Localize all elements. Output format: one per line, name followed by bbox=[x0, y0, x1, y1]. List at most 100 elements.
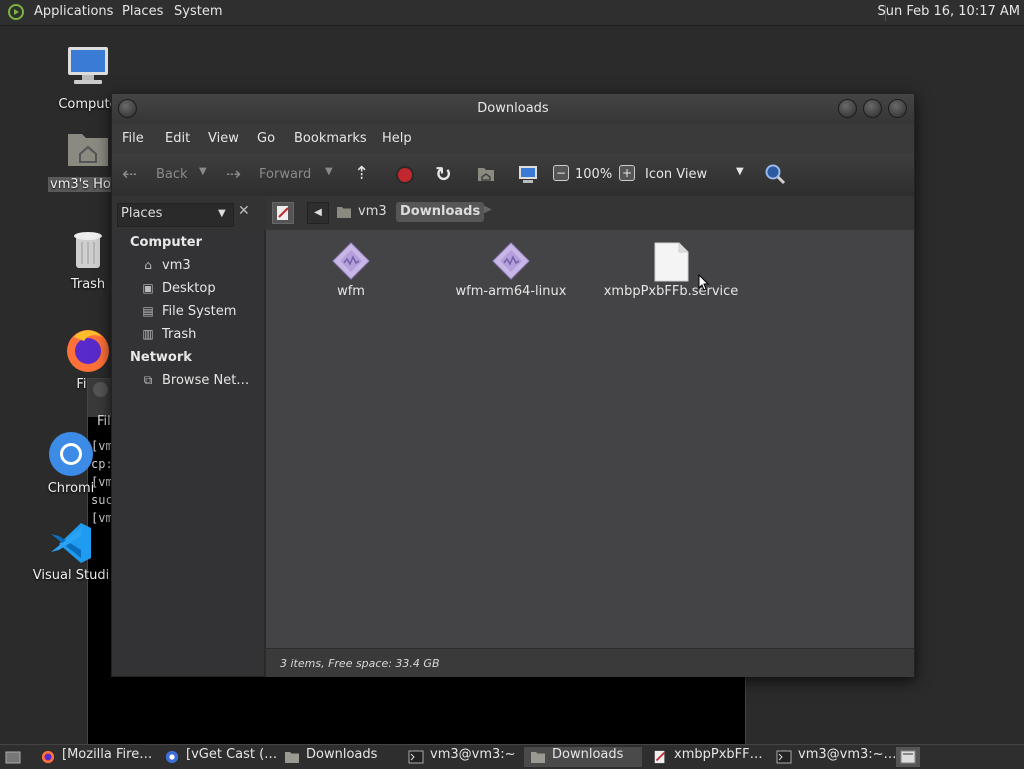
sidebar-item-desktop[interactable]: ▣ Desktop bbox=[140, 281, 215, 296]
desktop-icon-label: vm3's Hor bbox=[48, 177, 119, 192]
desktop-icon: ▣ bbox=[142, 281, 154, 295]
applications-menu[interactable]: Applications bbox=[34, 4, 113, 19]
forward-button[interactable]: Forward bbox=[259, 167, 311, 182]
sidebar-item-trash[interactable]: ▥ Trash bbox=[140, 327, 196, 342]
forward-arrow-icon: ⇢ bbox=[226, 164, 242, 185]
path-left-arrow-icon[interactable]: ◀ bbox=[307, 202, 329, 224]
back-button[interactable]: Back bbox=[156, 167, 188, 182]
minimize-button[interactable] bbox=[838, 99, 857, 118]
firefox-icon bbox=[67, 330, 109, 372]
show-desktop-button[interactable] bbox=[2, 747, 24, 767]
desktop-icon-vscode[interactable]: Visual Studi bbox=[26, 520, 116, 590]
sidebar-item-file-system[interactable]: ▤ File System bbox=[140, 304, 236, 319]
desktop-icon-label: Chromi bbox=[47, 481, 95, 496]
taskbar-item-downloads-2[interactable]: Downloads bbox=[524, 747, 642, 767]
up-arrow-icon[interactable]: ⇡ bbox=[354, 163, 369, 184]
taskbar: [Mozilla Fire… [vGet Cast (… Downloads v… bbox=[0, 744, 1024, 769]
taskbar-item-vget[interactable]: [vGet Cast (… bbox=[158, 747, 277, 767]
view-mode-chevron-icon[interactable]: ▼ bbox=[736, 166, 744, 177]
taskbar-item-label: vm3@vm3:~… bbox=[798, 747, 897, 762]
sidebar: Computer ⌂ vm3 ▣ Desktop ▤ File System ▥ Tra… bbox=[112, 230, 266, 676]
zoom-level: 100% bbox=[575, 167, 613, 182]
stop-icon[interactable] bbox=[395, 165, 415, 189]
places-combo[interactable]: Places ▼ bbox=[117, 203, 234, 227]
taskbar-item-label: Downloads bbox=[552, 747, 624, 762]
reload-icon[interactable]: ↻ bbox=[435, 162, 452, 186]
taskbar-item-label: xmbpPxbFF… bbox=[674, 747, 763, 762]
file-manager-window[interactable]: Downloads File Edit View Go Bookmarks He… bbox=[111, 93, 915, 677]
home-icon bbox=[337, 207, 351, 218]
menu-bookmarks[interactable]: Bookmarks bbox=[294, 131, 367, 146]
folder-icon bbox=[531, 752, 545, 763]
clock[interactable]: Sun Feb 16, 10:17 AM bbox=[877, 4, 1020, 19]
toolbar: ⇠ Back ▼ ⇢ Forward ▼ ⇡ ↻ − 100% + Icon V… bbox=[112, 154, 914, 197]
menu-help[interactable]: Help bbox=[382, 131, 412, 146]
taskbar-item-downloads-1[interactable]: Downloads bbox=[278, 747, 398, 767]
window-title: Downloads bbox=[477, 101, 549, 116]
sidebar-item-label: Browse Net… bbox=[162, 373, 250, 388]
executable-icon bbox=[332, 242, 370, 280]
window-titlebar[interactable]: Downloads bbox=[112, 94, 914, 124]
view-mode-select[interactable]: Icon View bbox=[645, 167, 707, 182]
menu-edit[interactable]: Edit bbox=[165, 131, 190, 146]
workspace-switcher[interactable] bbox=[896, 747, 920, 767]
terminal-icon bbox=[408, 750, 424, 764]
sidebar-item-label: Trash bbox=[162, 327, 197, 342]
file-name: wfm bbox=[337, 284, 365, 299]
desktop-icon-label: Visual Studi bbox=[32, 568, 110, 583]
top-panel: Applications Places System Sun Feb 16, 1… bbox=[0, 0, 1024, 26]
file-name: wfm-arm64-linux bbox=[455, 284, 567, 299]
menubar: File Edit View Go Bookmarks Help bbox=[112, 124, 914, 154]
taskbar-item-firefox[interactable]: [Mozilla Fire… bbox=[34, 747, 154, 767]
close-sidebar-icon[interactable]: ✕ bbox=[238, 203, 250, 219]
sidebar-heading-computer: Computer bbox=[130, 235, 203, 250]
close-button[interactable] bbox=[888, 99, 907, 118]
text-editor-icon bbox=[654, 750, 665, 764]
home-folder-icon bbox=[68, 134, 108, 166]
trash-icon bbox=[74, 232, 102, 268]
menu-file[interactable]: File bbox=[122, 131, 144, 146]
sidebar-item-label: vm3 bbox=[162, 258, 191, 273]
sidebar-item-browse-network[interactable]: ⧉ Browse Net… bbox=[140, 373, 250, 388]
path-segment-downloads[interactable]: Downloads bbox=[396, 202, 485, 222]
taskbar-item-label: [Mozilla Fire… bbox=[62, 747, 153, 762]
sidebar-header: Places ▼ ✕ bbox=[112, 196, 267, 230]
system-menu[interactable]: System bbox=[174, 4, 222, 19]
menu-view[interactable]: View bbox=[208, 131, 239, 146]
chromium-icon bbox=[49, 432, 93, 476]
file-item-wfm-arm64-linux[interactable]: wfm-arm64-linux bbox=[426, 242, 596, 304]
taskbar-item-text-editor[interactable]: xmbpPxbFF… bbox=[646, 747, 766, 767]
distro-logo-icon[interactable] bbox=[8, 4, 24, 20]
back-history-chevron-icon[interactable]: ▼ bbox=[199, 166, 207, 177]
mouse-cursor-icon bbox=[698, 274, 710, 291]
toggle-location-entry-icon[interactable] bbox=[272, 202, 294, 224]
status-text: 3 items, Free space: 33.4 GB bbox=[280, 657, 440, 670]
computer-icon[interactable] bbox=[517, 165, 539, 189]
home-icon[interactable] bbox=[476, 165, 496, 187]
computer-icon bbox=[68, 47, 108, 84]
executable-icon bbox=[492, 242, 530, 280]
path-segment-vm3[interactable]: vm3 bbox=[333, 202, 393, 222]
sidebar-item-label: File System bbox=[162, 304, 237, 319]
network-icon: ⧉ bbox=[143, 373, 153, 387]
taskbar-item-terminal-2[interactable]: vm3@vm3:~… bbox=[770, 747, 897, 767]
terminal-menu-file[interactable]: Fil bbox=[97, 414, 111, 429]
desktop-icon-chromium[interactable]: Chromi bbox=[26, 430, 116, 500]
path-bar: ◀ vm3 Downloads ▶ bbox=[266, 196, 914, 230]
forward-history-chevron-icon[interactable]: ▼ bbox=[325, 166, 333, 177]
maximize-button[interactable] bbox=[863, 99, 882, 118]
sidebar-item-vm3[interactable]: ⌂ vm3 bbox=[140, 258, 191, 273]
text-file-icon bbox=[654, 242, 689, 282]
search-icon[interactable] bbox=[764, 163, 786, 189]
window-button-icon[interactable] bbox=[93, 382, 108, 397]
path-segment-label: vm3 bbox=[358, 204, 387, 219]
zoom-in-icon[interactable]: + bbox=[619, 165, 635, 181]
zoom-out-icon[interactable]: − bbox=[553, 165, 569, 181]
file-view[interactable]: wfm wfm-arm64-linux xmbpPxbFFb.service bbox=[266, 230, 914, 648]
menu-go[interactable]: Go bbox=[257, 131, 275, 146]
file-item-wfm[interactable]: wfm bbox=[266, 242, 436, 304]
file-item-service[interactable]: xmbpPxbFFb.service bbox=[586, 242, 756, 304]
taskbar-item-terminal-1[interactable]: vm3@vm3:~ bbox=[402, 747, 520, 767]
places-menu[interactable]: Places bbox=[122, 4, 163, 19]
path-right-arrow-icon[interactable]: ▶ bbox=[484, 204, 492, 215]
